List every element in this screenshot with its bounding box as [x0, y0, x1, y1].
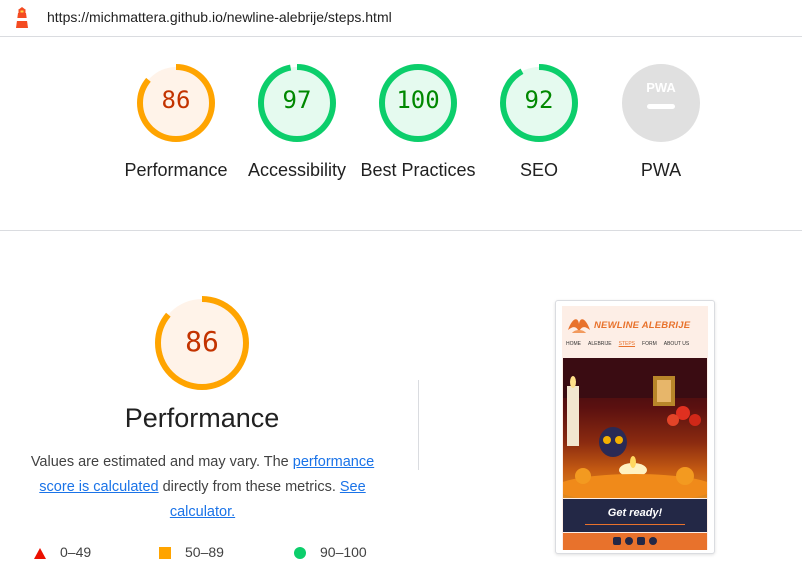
report-url[interactable]: https://michmattera.github.io/newline-al…: [47, 9, 392, 25]
alebrije-logo-icon: [568, 319, 590, 333]
legend-fail: 0–49: [34, 544, 91, 560]
circle-icon: [294, 547, 306, 560]
performance-gauge: 86: [152, 293, 252, 393]
gauge-label: Accessibility: [247, 160, 347, 180]
final-screenshot[interactable]: NEWLINE ALEBRIJE HOME ALEBRIJE STEPS FORM AB…: [555, 300, 715, 554]
nav-item-steps: STEPS: [618, 341, 636, 347]
square-icon: [159, 547, 171, 560]
thumbnail-nav: HOME ALEBRIJE STEPS FORM ABOUT US: [566, 341, 706, 347]
nav-item-alebrije: ALEBRIJE: [588, 341, 612, 347]
performance-score: 86: [185, 325, 219, 358]
vertical-divider: [418, 380, 419, 470]
gauge-performance[interactable]: 86 Performance: [116, 62, 236, 183]
legend-pass: 90–100: [294, 544, 367, 560]
desc-text: directly from these metrics.: [158, 479, 340, 495]
gauge-label: PWA: [640, 160, 682, 180]
legend-average: 50–89: [159, 544, 224, 560]
performance-description: Values are estimated and may vary. The p…: [20, 450, 385, 525]
performance-title: Performance: [124, 403, 280, 433]
svg-text:PWA: PWA: [646, 80, 676, 95]
gauge-pwa[interactable]: PWA PWA: [601, 62, 721, 183]
gauge-score: 92: [524, 86, 554, 114]
gauge-seo[interactable]: 92 SEO: [479, 62, 599, 183]
nav-item-about-us: ABOUT US: [663, 341, 690, 347]
nav-item-form: FORM: [642, 341, 657, 347]
instagram-icon: [613, 537, 621, 545]
altar-photo: [563, 358, 707, 498]
youtube-icon: [637, 537, 645, 545]
pwa-badge-icon: PWA: [622, 64, 700, 142]
lighthouse-icon: [16, 7, 28, 28]
legend-range: 0–49: [60, 544, 92, 560]
github-icon: [649, 537, 657, 545]
gauge-score: 100: [396, 86, 440, 114]
screenshot-page: NEWLINE ALEBRIJE HOME ALEBRIJE STEPS FORM AB…: [562, 306, 708, 550]
cta-banner: Get ready!: [563, 499, 707, 532]
gauge-label: Best Practices: [360, 160, 476, 180]
thumbnail-footer: [563, 533, 707, 550]
gauge-best-practices[interactable]: 100 Best Practices: [358, 62, 478, 183]
cta-text: Get ready!: [607, 507, 663, 519]
section-divider: [0, 230, 802, 231]
desc-text: Values are estimated and may vary. The: [30, 454, 293, 470]
gauge-score: 86: [161, 86, 191, 114]
altar-illustration: [563, 358, 707, 498]
gauge-label: SEO: [519, 160, 558, 180]
legend-range: 50–89: [185, 544, 224, 560]
gauge-accessibility[interactable]: 97 Accessibility: [237, 62, 357, 183]
nav-item-home: HOME: [566, 341, 581, 347]
gauge-label: Performance: [124, 160, 228, 180]
url-bar: https://michmattera.github.io/newline-al…: [0, 0, 802, 37]
legend-range: 90–100: [320, 544, 367, 560]
facebook-icon: [625, 537, 633, 545]
gauge-score: 97: [282, 86, 312, 114]
brand-name: NEWLINE ALEBRIJE: [594, 320, 691, 331]
triangle-icon: [34, 547, 46, 559]
cta-underline: [585, 524, 685, 525]
